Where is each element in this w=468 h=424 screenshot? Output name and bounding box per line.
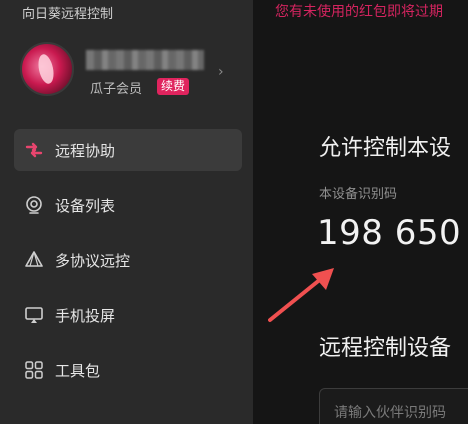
main-panel: 您有未使用的红包即将过期 允许控制本设 本设备识别码 198 650 8 远程控… (253, 0, 468, 424)
allow-control-title: 允许控制本设 (319, 136, 452, 161)
sidebar-item-label: 多协议远控 (55, 252, 131, 270)
remote-assist-icon (25, 142, 43, 158)
sidebar-item-label: 工具包 (55, 362, 101, 380)
sidebar: 向日葵远程控制 瓜子会员 续费 › 远程协助 设备列表 多协议远控 手机投屏 工… (0, 0, 253, 424)
app-title: 向日葵远程控制 (22, 7, 114, 22)
sidebar-nav: 远程协助 设备列表 多协议远控 手机投屏 工具包 (14, 129, 242, 404)
sidebar-item-multi-protocol[interactable]: 多协议远控 (14, 239, 242, 281)
member-level-label: 瓜子会员 (90, 82, 143, 97)
username-blurred (86, 50, 204, 70)
sidebar-item-remote-assist[interactable]: 远程协助 (14, 129, 242, 171)
annotation-arrow-icon (268, 268, 334, 322)
profile-card[interactable]: 瓜子会员 续费 › (20, 42, 240, 100)
sidebar-item-label: 设备列表 (55, 197, 116, 215)
device-code-label: 本设备识别码 (319, 187, 398, 202)
partner-code-input[interactable] (319, 388, 468, 424)
sidebar-item-device-list[interactable]: 设备列表 (14, 184, 242, 226)
chevron-right-icon[interactable]: › (218, 64, 224, 80)
device-list-icon (26, 196, 42, 214)
multi-protocol-icon (25, 251, 43, 267)
screen-cast-icon (25, 307, 43, 323)
remote-control-title: 远程控制设备 (319, 336, 452, 361)
sidebar-item-toolkit[interactable]: 工具包 (14, 349, 242, 391)
toolkit-icon (25, 361, 43, 379)
renew-button[interactable]: 续费 (157, 78, 190, 95)
sidebar-item-label: 手机投屏 (55, 307, 116, 325)
device-code-value: 198 650 8 (317, 213, 468, 253)
avatar[interactable] (20, 42, 74, 96)
sidebar-item-label: 远程协助 (55, 142, 116, 160)
red-packet-notice[interactable]: 您有未使用的红包即将过期 (275, 1, 443, 21)
sidebar-item-screen-cast[interactable]: 手机投屏 (14, 294, 242, 336)
